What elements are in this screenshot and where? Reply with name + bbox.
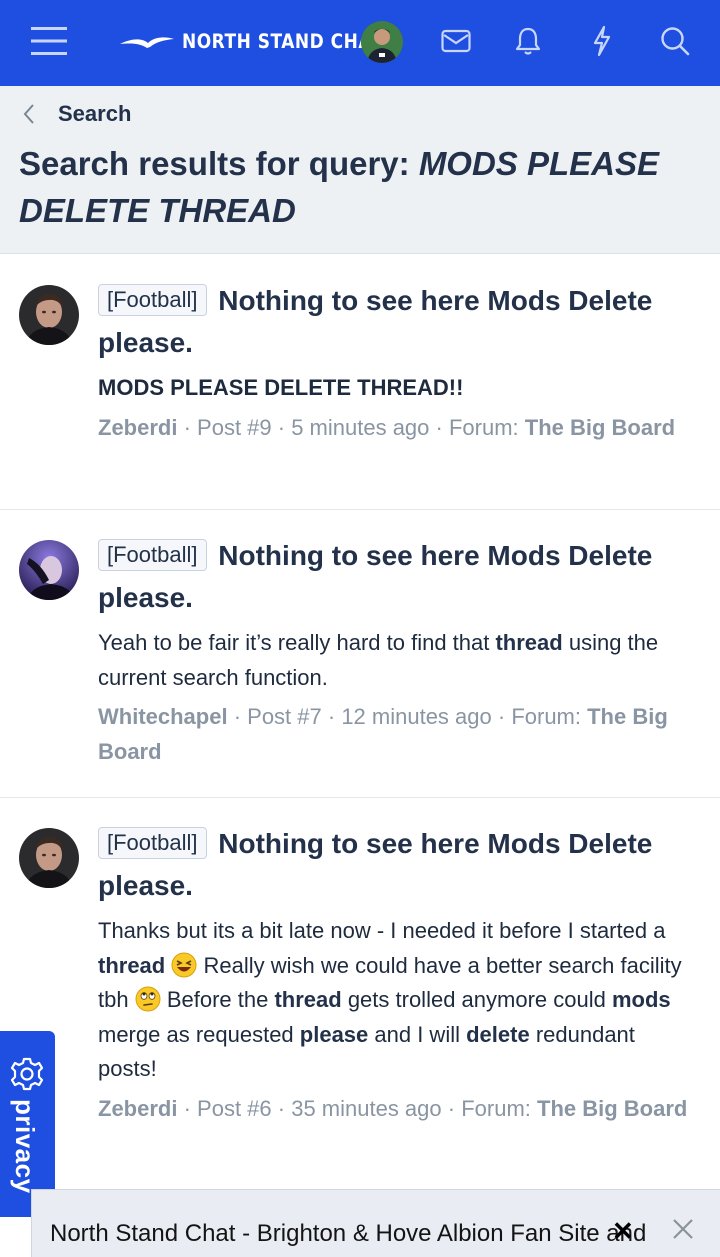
result-snippet: Thanks but its a bit late now - I needed… <box>98 914 698 1087</box>
lightning-icon <box>593 25 611 57</box>
snippet-highlight: please <box>299 1021 369 1047</box>
meta-separator: · <box>177 414 198 440</box>
forum-link[interactable]: The Big Board <box>525 415 675 440</box>
result-title-link[interactable]: [Football] Nothing to see here Mods Dele… <box>98 280 698 364</box>
forum-link[interactable]: The Big Board <box>537 1096 687 1121</box>
meta-separator: · <box>429 414 449 440</box>
snippet-text: Before the <box>160 987 275 1012</box>
breadcrumb-label: Search <box>58 101 132 126</box>
author-link[interactable]: Whitechapel <box>98 704 228 729</box>
close-icon[interactable]: ✕ <box>612 1216 634 1247</box>
thread-prefix-label[interactable]: [Football] <box>98 284 207 316</box>
thread-prefix-label[interactable]: [Football] <box>98 827 207 859</box>
menu-button[interactable] <box>24 18 74 64</box>
chevron-left-icon <box>23 104 34 124</box>
result-meta: Zeberdi · Post #9 · 5 minutes ago · Foru… <box>98 411 698 446</box>
post-number: Post #7 <box>247 704 322 729</box>
snippet-highlight: thread <box>495 630 563 655</box>
search-icon <box>661 27 690 56</box>
page-title: Search results for query: MODS PLEASE DE… <box>19 140 689 234</box>
thread-prefix-label[interactable]: [Football] <box>98 539 207 571</box>
privacy-label: privacy <box>10 1099 40 1194</box>
search-results-list: [Football] Nothing to see here Mods Dele… <box>0 255 720 1190</box>
bell-icon <box>515 27 541 55</box>
meta-separator: · <box>227 704 248 729</box>
result-meta: Zeberdi · Post #6 · 35 minutes ago · For… <box>98 1092 698 1127</box>
result-body: [Football] Nothing to see here Mods Dele… <box>98 823 698 1126</box>
meta-separator: · <box>491 704 512 729</box>
result-snippet: MODS PLEASE DELETE THREAD!! <box>98 371 698 406</box>
result-body: [Football] Nothing to see here Mods Dele… <box>98 535 698 769</box>
envelope-icon <box>441 29 471 53</box>
meta-separator: · <box>271 414 292 440</box>
post-time: 35 minutes ago <box>291 1095 442 1121</box>
snippet-text: Thanks but its a bit late now - I needed… <box>98 918 666 943</box>
avatar[interactable] <box>19 285 79 345</box>
snippet-highlight: thread <box>274 987 342 1012</box>
whats-new-button[interactable] <box>577 18 627 64</box>
snippet-text: MODS PLEASE DELETE THREAD!! <box>98 375 464 400</box>
eye-roll-emoji-icon <box>135 986 161 1012</box>
search-result: [Football] Nothing to see here Mods Dele… <box>0 255 720 510</box>
site-logo[interactable]: NORTH STAND CHAT <box>118 28 383 56</box>
post-time: 12 minutes ago <box>341 704 492 729</box>
page-title-block: Search Search results for query: MODS PL… <box>0 86 720 254</box>
dismiss-icon[interactable] <box>672 1218 694 1240</box>
meta-separator: · <box>271 1095 292 1121</box>
result-meta: Whitechapel · Post #7 · 12 minutes ago ·… <box>98 700 698 769</box>
forum-label: Forum: <box>448 414 525 440</box>
menu-icon <box>31 27 67 55</box>
alerts-button[interactable] <box>503 18 553 64</box>
forum-label: Forum: <box>461 1095 537 1121</box>
search-result: [Football] Nothing to see here Mods Dele… <box>0 798 720 1190</box>
result-body: [Football] Nothing to see here Mods Dele… <box>98 280 698 445</box>
post-number: Post #9 <box>197 414 272 440</box>
post-time: 5 minutes ago <box>291 414 430 440</box>
post-number: Post #6 <box>197 1095 272 1121</box>
snippet-highlight: mods <box>611 987 671 1012</box>
gear-icon <box>10 1057 44 1091</box>
top-navigation-bar: NORTH STAND CHAT <box>0 0 720 86</box>
result-title-link[interactable]: [Football] Nothing to see here Mods Dele… <box>98 535 698 619</box>
page-title-prefix: Search results for query: <box>19 145 419 182</box>
avatar[interactable] <box>19 828 79 888</box>
grinning-squint-emoji-icon <box>171 952 197 977</box>
author-link[interactable]: Zeberdi <box>98 1096 177 1121</box>
snippet-text: merge as requested <box>98 1021 300 1047</box>
breadcrumb[interactable]: Search <box>22 100 131 128</box>
meta-separator: · <box>321 704 342 729</box>
user-avatar[interactable] <box>361 21 403 63</box>
search-button[interactable] <box>650 18 700 64</box>
site-title-banner: North Stand Chat - Brighton & Hove Albio… <box>50 1220 647 1247</box>
conversations-button[interactable] <box>431 18 481 64</box>
meta-separator: · <box>441 1095 462 1121</box>
snippet-text: and I will <box>368 1021 467 1047</box>
author-link[interactable]: Zeberdi <box>98 415 177 440</box>
snippet-highlight: delete <box>466 1021 530 1047</box>
result-snippet: Yeah to be fair it’s really hard to find… <box>98 626 698 695</box>
avatar[interactable] <box>19 540 79 600</box>
snippet-text: gets trolled anymore could <box>341 987 612 1012</box>
forum-label: Forum: <box>511 704 588 729</box>
logo-text: NORTH STAND CHAT <box>182 30 383 54</box>
result-title-link[interactable]: [Football] Nothing to see here Mods Dele… <box>98 823 698 907</box>
snippet-text: Yeah to be fair it’s really hard to find… <box>98 630 496 655</box>
logo-seagull-icon <box>120 37 174 48</box>
meta-separator: · <box>177 1095 198 1121</box>
bottom-site-bar: North Stand Chat - Brighton & Hove Albio… <box>31 1189 720 1257</box>
snippet-highlight: thread <box>98 952 166 978</box>
search-result: [Football] Nothing to see here Mods Dele… <box>0 510 720 798</box>
